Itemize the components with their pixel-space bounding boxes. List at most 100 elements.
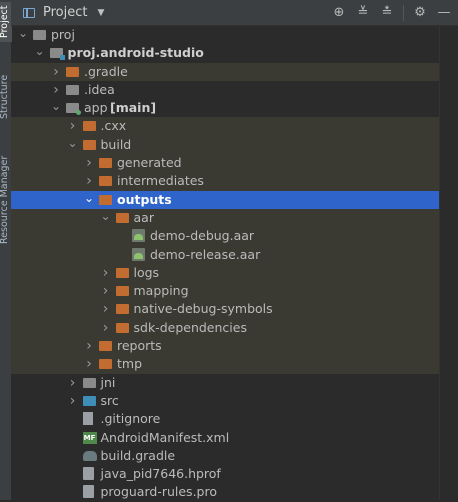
aar-file-icon: [132, 229, 145, 243]
chevron-down-icon[interactable]: ⌄: [68, 136, 78, 150]
tree-row-tmp[interactable]: › tmp: [11, 355, 439, 374]
folder-icon: [66, 84, 79, 95]
tree-row-mapping[interactable]: › mapping: [11, 282, 439, 301]
tree-item-label: aar: [133, 209, 154, 225]
tree-row-native-debug-symbols[interactable]: › native-debug-symbols: [11, 300, 439, 319]
tree-item-label: tmp: [117, 356, 143, 372]
tree-item-label: demo-release.aar: [150, 246, 261, 262]
folder-icon: [66, 66, 79, 77]
chevron-right-icon[interactable]: ›: [68, 117, 78, 135]
tree-row-sdk-dependencies[interactable]: › sdk-dependencies: [11, 318, 439, 338]
gear-icon[interactable]: ⚙: [412, 5, 428, 21]
tree-item-label: java_pid7646.hprof: [100, 466, 221, 482]
tree-item-label: build: [100, 136, 132, 152]
folder-icon: [33, 30, 46, 40]
tree-item-label: demo-debug.aar: [150, 228, 255, 244]
tree-row-gitignore[interactable]: .gitignore: [11, 410, 439, 428]
tree-item-label: .idea: [84, 81, 115, 97]
tree-row-reports[interactable]: › reports: [11, 337, 439, 356]
locate-icon[interactable]: ⊕: [331, 5, 347, 21]
tree-row-app[interactable]: ⌄ app [main]: [11, 99, 439, 117]
folder-icon: [99, 194, 112, 205]
tree-item-label: outputs: [117, 191, 172, 207]
tree-row-generated[interactable]: › generated: [11, 154, 439, 173]
view-dropdown-chevron-icon[interactable]: ▼: [97, 8, 104, 18]
folder-icon: [82, 139, 96, 150]
tree-row-proj[interactable]: ⌄ proj: [11, 26, 439, 44]
module-variant-label: [main]: [110, 100, 157, 116]
tree-row-cxx[interactable]: › .cxx: [11, 117, 439, 136]
chevron-right-icon[interactable]: ›: [101, 319, 111, 337]
folder-icon: [82, 121, 96, 132]
chevron-right-icon[interactable]: ›: [84, 355, 94, 373]
tree-row-jni[interactable]: › jni: [11, 374, 439, 392]
chevron-right-icon[interactable]: ›: [101, 282, 111, 300]
tree-row-androidmanifest-xml[interactable]: MF AndroidManifest.xml: [11, 429, 439, 447]
module-folder-icon: [66, 103, 81, 116]
folder-icon: [115, 304, 129, 315]
tree-row-demo-debug-aar[interactable]: demo-debug.aar: [11, 227, 439, 246]
tree-row-logs[interactable]: › logs: [11, 263, 439, 283]
tree-item-label: reports: [117, 338, 162, 354]
hide-icon[interactable]: —: [436, 5, 452, 21]
chevron-right-icon[interactable]: ›: [68, 392, 78, 410]
chevron-down-icon[interactable]: ⌄: [101, 209, 111, 223]
panel-title[interactable]: Project: [43, 5, 87, 20]
folder-icon: [99, 359, 112, 370]
tree-row-build[interactable]: ⌄ build: [11, 135, 439, 155]
chevron-right-icon[interactable]: ›: [68, 374, 78, 392]
folder-icon: [99, 158, 112, 169]
tree-row-build-gradle[interactable]: build.gradle: [11, 447, 439, 465]
tree-item-label: generated: [117, 155, 182, 171]
chevron-down-icon[interactable]: ⌄: [35, 44, 45, 58]
tree-item-label: proj.android-studio: [67, 45, 204, 61]
chevron-right-icon[interactable]: ›: [51, 81, 61, 99]
tree-item-label: .cxx: [100, 118, 127, 134]
tree-item-label: .gradle: [84, 63, 128, 79]
tree-item-label: .gitignore: [100, 411, 161, 427]
collapse-all-icon[interactable]: ≛: [379, 5, 395, 21]
file-icon: [82, 467, 94, 481]
folder-icon: [99, 341, 112, 352]
folder-icon: [115, 286, 129, 297]
folder-icon: [115, 212, 129, 223]
chevron-right-icon[interactable]: ›: [84, 172, 94, 190]
tree-row-proguard-rules-pro[interactable]: proguard-rules.pro: [11, 483, 439, 501]
project-panel-header: Project ▼ ⊕ ≚ ≛ ⚙ —: [11, 0, 458, 26]
chevron-down-icon[interactable]: ⌄: [51, 99, 61, 113]
tree-item-label: build.gradle: [100, 447, 176, 463]
folder-icon: [82, 377, 96, 388]
tree-scrollbar[interactable]: [439, 26, 458, 500]
chevron-right-icon[interactable]: ›: [101, 300, 111, 318]
tree-item-label: app: [84, 100, 108, 116]
aar-file-icon: [132, 247, 145, 261]
folder-icon: [115, 322, 129, 333]
tree-item-label: native-debug-symbols: [133, 301, 273, 317]
file-icon: [82, 485, 94, 499]
project-window-icon: [23, 7, 35, 18]
tree-row-intermediates[interactable]: › intermediates: [11, 172, 439, 191]
tree-item-label: logs: [133, 264, 160, 280]
tree-item-label: mapping: [133, 283, 189, 299]
chevron-down-icon[interactable]: ⌄: [84, 191, 94, 205]
tree-item-label: AndroidManifest.xml: [100, 429, 230, 445]
tree-row-gradle[interactable]: › .gradle: [11, 62, 439, 81]
tree-row-src[interactable]: › src: [11, 392, 439, 410]
chevron-right-icon[interactable]: ›: [84, 154, 94, 172]
gitignore-file-icon: [82, 412, 93, 426]
project-tree: ⌄ proj ⌄ proj.android-studio › .gradle › .idea ⌄…: [11, 26, 439, 502]
chevron-right-icon[interactable]: ›: [101, 264, 111, 282]
tree-row-proj-android-studio[interactable]: ⌄ proj.android-studio: [11, 44, 439, 62]
expand-all-icon[interactable]: ≚: [355, 5, 371, 21]
tree-row-idea[interactable]: › .idea: [11, 81, 439, 99]
chevron-right-icon[interactable]: ›: [84, 337, 94, 355]
chevron-right-icon[interactable]: ›: [51, 63, 61, 81]
chevron-down-icon[interactable]: ⌄: [18, 26, 28, 40]
tree-row-java-pid7646-hprof[interactable]: java_pid7646.hprof: [11, 465, 439, 483]
tree-item-label: jni: [100, 374, 116, 390]
tree-item-label: sdk-dependencies: [133, 319, 247, 335]
folder-icon: [99, 176, 112, 187]
tree-row-outputs[interactable]: ⌄ outputs: [11, 190, 439, 209]
tree-row-demo-release-aar[interactable]: demo-release.aar: [11, 245, 439, 264]
tree-row-aar[interactable]: ⌄ aar: [11, 208, 439, 228]
